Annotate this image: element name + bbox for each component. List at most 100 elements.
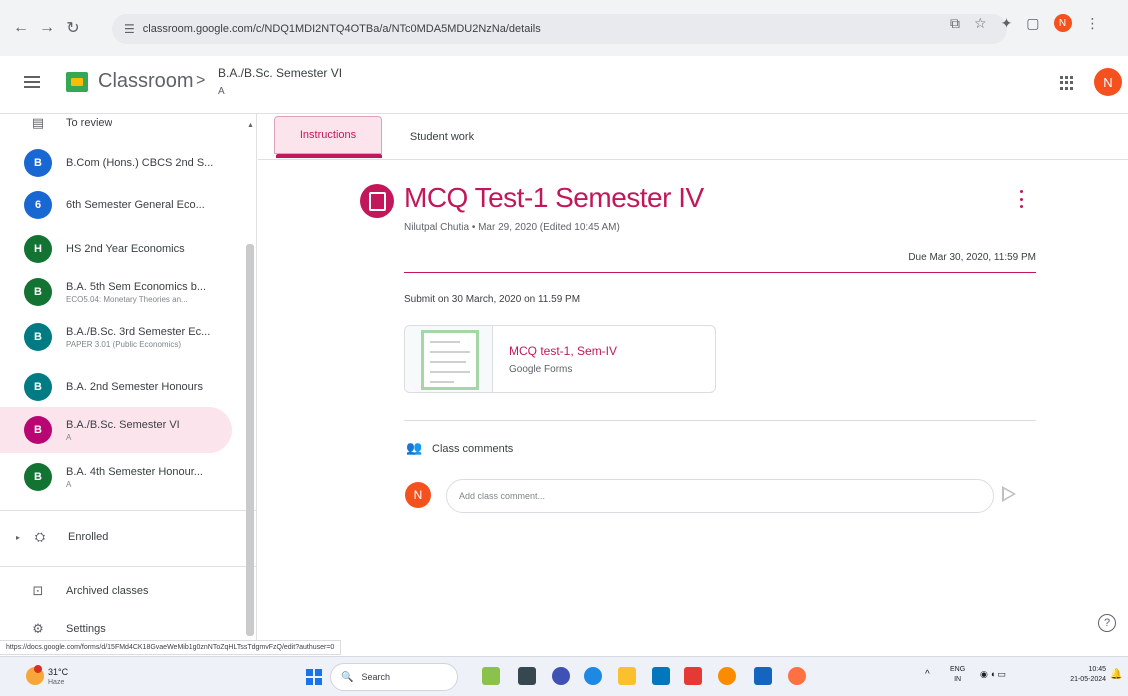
file-explorer-icon[interactable] <box>618 667 636 685</box>
settings-gear-icon: ⚙ <box>32 621 44 636</box>
tab-student-work[interactable]: Student work <box>402 114 482 160</box>
google-apps-icon[interactable] <box>1060 76 1074 90</box>
sidebar-scrollbar[interactable]: ▲ <box>244 114 256 640</box>
tab-instructions[interactable]: Instructions <box>274 116 382 154</box>
class-comment-input[interactable] <box>446 479 994 513</box>
sidebar-item-class[interactable]: B B.A./B.Sc. 3rd Semester Ec... PAPER 3.01… <box>0 314 232 360</box>
taskbar-search[interactable]: 🔍 Search <box>330 663 458 691</box>
input-language[interactable]: ENG IN <box>950 665 965 685</box>
weather-temperature[interactable]: 31°C <box>48 667 68 677</box>
paint-app-icon[interactable] <box>788 667 806 685</box>
assignment-meta: Nilutpal Chutia • Mar 29, 2020 (Edited 1… <box>404 222 620 233</box>
class-subtitle: A <box>66 432 72 442</box>
widgets-app-icon[interactable] <box>482 667 500 685</box>
breadcrumb-chevron-icon: > <box>196 72 206 89</box>
class-text: 6th Semester General Eco... <box>66 199 205 211</box>
class-avatar: 6 <box>24 191 52 219</box>
more-options-icon[interactable] <box>1018 190 1024 208</box>
assignment-title: MCQ Test-1 Semester IV <box>404 182 704 213</box>
expand-chevron-icon[interactable]: ▸ <box>16 533 26 542</box>
side-panel-icon[interactable]: ▢ <box>1026 15 1039 32</box>
word-app-icon[interactable] <box>754 667 772 685</box>
scroll-thumb[interactable] <box>246 244 254 636</box>
reload-icon[interactable]: ↻ <box>60 15 86 41</box>
app-name[interactable]: Classroom <box>98 70 194 93</box>
due-date: Due Mar 30, 2020, 11:59 PM <box>908 252 1036 263</box>
notification-icon[interactable]: 🔔 <box>1110 669 1122 680</box>
active-tab-indicator <box>276 154 382 158</box>
class-avatar: B <box>24 463 52 491</box>
class-avatar: B <box>24 278 52 306</box>
class-title: B.A./B.Sc. 3rd Semester Ec... <box>66 325 211 338</box>
red-app-icon[interactable] <box>684 667 702 685</box>
sidebar-item-class[interactable]: 6 6th Semester General Eco... <box>0 182 232 228</box>
help-icon[interactable]: ? <box>1098 614 1116 632</box>
review-icon: ▤ <box>31 115 45 130</box>
extension-icon[interactable]: ✦ <box>1001 15 1013 32</box>
taskbar: 31°C Haze 🔍 Search ^ ENG IN ◉◖▭ 10:45 21… <box>0 656 1128 696</box>
send-icon[interactable] <box>1002 486 1016 502</box>
scroll-up-arrow-icon[interactable]: ▲ <box>247 122 254 129</box>
task-view-icon[interactable] <box>518 667 536 685</box>
class-avatar: B <box>24 373 52 401</box>
browser-actions: ⧉ ☆ ✦ ▢ N ⋮ <box>950 14 1100 32</box>
store-app-icon[interactable] <box>652 667 670 685</box>
class-text: HS 2nd Year Economics <box>66 243 185 255</box>
bookmark-star-icon[interactable]: ☆ <box>974 15 987 32</box>
teams-app-icon[interactable] <box>552 667 570 685</box>
forward-icon[interactable]: → <box>34 15 60 41</box>
class-text: B.A./B.Sc. Semester VI A <box>66 419 180 442</box>
back-icon[interactable]: ← <box>8 15 34 41</box>
windows-start-icon[interactable] <box>306 669 322 685</box>
comments-divider <box>404 420 1036 421</box>
wifi-icon: ◉ <box>980 669 990 679</box>
title-divider <box>404 272 1036 273</box>
sidebar-item-class[interactable]: H HS 2nd Year Economics <box>0 226 232 272</box>
search-icon: 🔍 <box>341 671 354 683</box>
app-header: Classroom > B.A./B.Sc. Semester VI A N <box>0 56 1128 114</box>
class-title: B.A. 4th Semester Honour... <box>66 465 203 478</box>
weather-alert-badge <box>34 665 42 673</box>
sidebar-item-settings[interactable]: ⚙ Settings <box>0 606 232 640</box>
clock[interactable]: 10:45 21-05-2024 <box>1056 665 1106 685</box>
address-bar[interactable]: ☰ classroom.google.com/c/NDQ1MDI2NTQ4OTB… <box>112 14 1007 44</box>
chrome-browser-icon[interactable] <box>718 667 736 685</box>
sidebar-item-label: Settings <box>66 623 106 635</box>
sidebar-divider <box>0 510 256 511</box>
site-info-icon[interactable]: ☰ <box>124 22 135 36</box>
class-text: B.A. 2nd Semester Honours <box>66 381 203 393</box>
breadcrumb-class-section: A <box>218 86 225 97</box>
archive-icon: ⊡ <box>32 583 44 598</box>
sidebar-item-enrolled[interactable]: ▸ ⛭ Enrolled <box>0 514 232 560</box>
attachment-card[interactable]: MCQ test-1, Sem-IV Google Forms <box>404 325 716 393</box>
edge-browser-icon[interactable] <box>584 667 602 685</box>
class-subtitle: A <box>66 479 72 489</box>
class-title: B.A./B.Sc. Semester VI <box>66 418 180 431</box>
url-text: classroom.google.com/c/NDQ1MDI2NTQ4OTBa/… <box>142 23 541 35</box>
profile-avatar[interactable]: N <box>1053 14 1072 32</box>
browser-menu-icon[interactable]: ⋮ <box>1086 15 1100 32</box>
class-title: B.Com (Hons.) CBCS 2nd S... <box>66 157 214 169</box>
sidebar-item-class[interactable]: B B.A. 5th Sem Economics b... ECO5.04: Mon… <box>0 269 232 315</box>
tray-overflow-chevron-icon[interactable]: ^ <box>925 669 930 680</box>
account-avatar[interactable]: N <box>1094 68 1122 96</box>
sidebar-item-class[interactable]: B B.A. 2nd Semester Honours <box>0 364 232 410</box>
sidebar-item-label: Enrolled <box>68 531 109 543</box>
class-comments-label: Class comments <box>432 443 514 455</box>
breadcrumb-class-title[interactable]: B.A./B.Sc. Semester VI <box>218 66 342 80</box>
tray-status-icons[interactable]: ◉◖▭ <box>980 669 1008 680</box>
classroom-logo-icon[interactable] <box>66 72 88 92</box>
form-thumbnail <box>405 326 493 392</box>
sidebar-item-label: To review <box>66 117 113 129</box>
main-menu-icon[interactable] <box>24 76 40 88</box>
install-app-icon[interactable]: ⧉ <box>950 15 960 32</box>
class-text: B.A. 4th Semester Honour... A <box>66 466 203 489</box>
class-title: 6th Semester General Eco... <box>66 199 205 211</box>
attachment-title[interactable]: MCQ test-1, Sem-IV <box>509 344 617 358</box>
sidebar-item-class[interactable]: B B.A./B.Sc. Semester VI A <box>0 407 232 453</box>
search-label: Search <box>361 672 390 682</box>
class-text: B.Com (Hons.) CBCS 2nd S... <box>66 157 213 169</box>
sidebar-item-class[interactable]: B B.A. 4th Semester Honour... A <box>0 454 232 500</box>
status-bar-url: https://docs.google.com/forms/d/15FMd4CK… <box>0 640 342 655</box>
sidebar-item-class[interactable]: B B.Com (Hons.) CBCS 2nd S... <box>0 140 232 186</box>
